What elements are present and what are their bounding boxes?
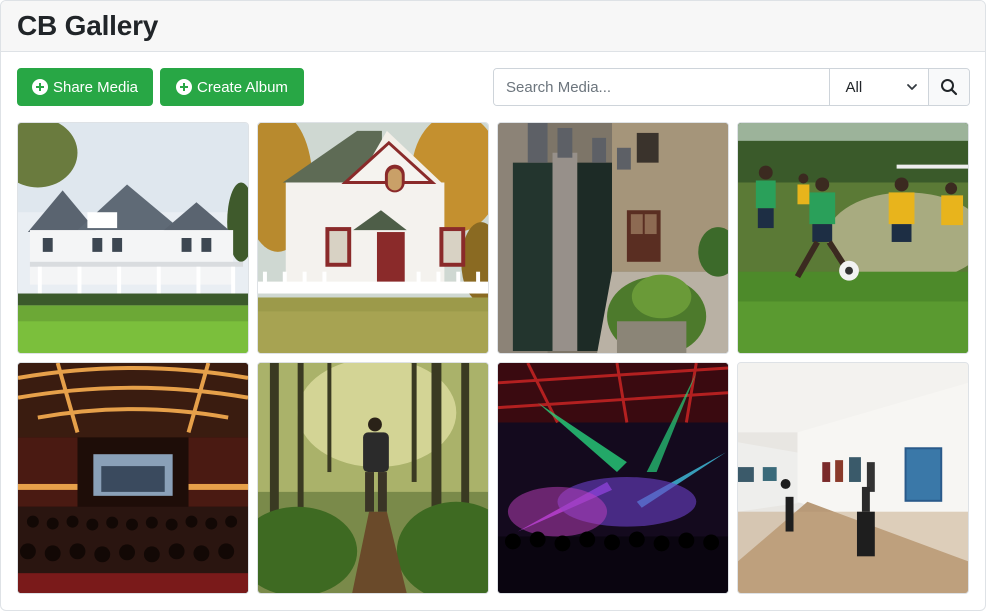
plus-circle-icon bbox=[31, 79, 48, 95]
media-thumbnail[interactable] bbox=[257, 122, 489, 354]
alley-photo bbox=[498, 123, 728, 353]
soccer-photo bbox=[738, 123, 968, 353]
share-media-label: Share Media bbox=[52, 78, 139, 96]
chevron-down-icon bbox=[907, 84, 918, 90]
app-window: CB Gallery Share Media Create Album All bbox=[0, 0, 986, 611]
house-photo bbox=[18, 123, 248, 353]
header: CB Gallery bbox=[1, 1, 985, 52]
cinema-photo bbox=[18, 363, 248, 593]
media-thumbnail[interactable] bbox=[17, 122, 249, 354]
app-title: CB Gallery bbox=[17, 10, 159, 41]
cottage-photo bbox=[258, 123, 488, 353]
media-thumbnail[interactable] bbox=[497, 122, 729, 354]
concert-photo bbox=[498, 363, 728, 593]
create-album-button[interactable]: Create Album bbox=[160, 68, 304, 106]
media-thumbnail[interactable] bbox=[737, 122, 969, 354]
forest-hiker-photo bbox=[258, 363, 488, 593]
plus-circle-icon bbox=[176, 79, 193, 95]
filter-selected-value: All bbox=[845, 78, 863, 96]
media-thumbnail[interactable] bbox=[737, 362, 969, 594]
search-input[interactable] bbox=[494, 69, 829, 105]
create-album-label: Create Album bbox=[197, 78, 288, 96]
media-grid bbox=[17, 122, 971, 595]
media-thumbnail[interactable] bbox=[257, 362, 489, 594]
share-media-button[interactable]: Share Media bbox=[17, 68, 153, 106]
search-button[interactable] bbox=[928, 69, 969, 105]
search-group: All bbox=[493, 68, 970, 106]
search-icon bbox=[941, 79, 958, 96]
media-filter-select[interactable]: All bbox=[828, 69, 929, 105]
media-thumbnail[interactable] bbox=[497, 362, 729, 594]
media-thumbnail[interactable] bbox=[17, 362, 249, 594]
gallery-photo bbox=[738, 363, 968, 593]
